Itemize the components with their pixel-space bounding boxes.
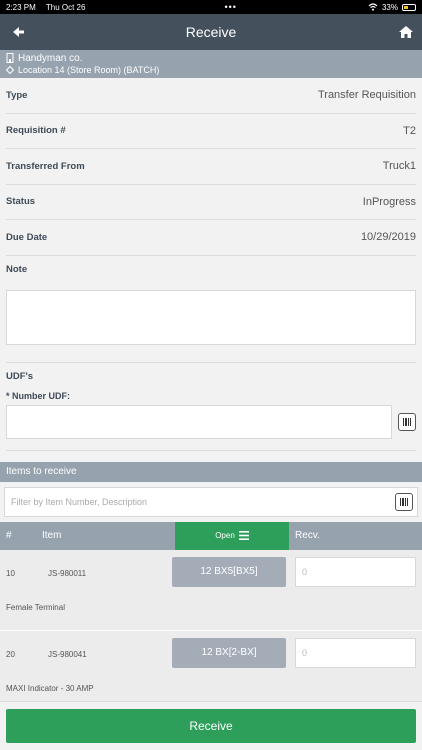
field-value: T2 <box>403 124 416 137</box>
field-status: Status InProgress <box>6 185 416 220</box>
field-label: Requisition # <box>6 125 66 137</box>
udf-barcode-button[interactable] <box>398 412 416 431</box>
items-section-header: Items to receive <box>0 461 422 482</box>
number-udf-input[interactable] <box>6 404 392 439</box>
status-date: Thu Oct 26 <box>45 2 86 12</box>
row-item-description: Female Terminal <box>6 602 65 612</box>
building-icon <box>6 53 14 63</box>
field-value: Transfer Requisition <box>317 89 416 102</box>
detail-fields: Type Transfer Requisition Requisition # … <box>0 78 422 256</box>
location-row: Location 14 (Store Room) (BATCH) <box>6 64 416 76</box>
field-label: Type <box>6 89 28 101</box>
filter-barcode-button[interactable] <box>395 492 413 511</box>
row-number: 20 <box>6 649 15 659</box>
divider <box>6 361 416 363</box>
field-requisition-number: Requisition # T2 <box>6 114 416 149</box>
field-label: Transferred From <box>6 160 85 172</box>
field-label: Due Date <box>6 231 48 243</box>
table-row: 10 JS-980011 12 BX5[BX5] 0 Female Termin… <box>0 549 422 631</box>
row-item-code: JS-980041 <box>48 649 87 659</box>
number-udf-row <box>6 404 416 439</box>
received-quantity-input[interactable]: 0 <box>295 556 416 587</box>
field-due-date: Due Date 10/29/2019 <box>6 220 416 256</box>
field-value: 10/29/2019 <box>360 231 416 244</box>
row-item-code: JS-980011 <box>48 568 87 578</box>
location-name: Location 14 (Store Room) (BATCH) <box>18 65 160 75</box>
field-label: Status <box>6 196 36 208</box>
location-icon <box>6 66 14 74</box>
barcode-icon <box>400 497 408 506</box>
table-row: 20 JS-980041 12 BX[2-BX] 0 MAXI Indicato… <box>0 630 422 712</box>
row-number: 10 <box>6 568 15 578</box>
number-udf-label: * Number UDF: <box>6 390 71 401</box>
status-bar: 2:23 PM Thu Oct 26 ••• 33% <box>0 0 422 14</box>
item-filter-field[interactable]: Filter by Item Number, Description <box>4 486 418 517</box>
company-name: Handyman co. <box>18 52 83 64</box>
column-number: # <box>6 530 12 541</box>
wifi-icon <box>368 3 378 11</box>
menu-icon <box>238 531 249 540</box>
status-indicators: 33% <box>368 3 416 12</box>
receive-button[interactable]: Receive <box>6 709 416 743</box>
battery-percent: 33% <box>381 2 398 12</box>
open-quantity-button[interactable]: 12 BX[2-BX] <box>172 637 286 668</box>
page-title: Receive <box>185 24 237 40</box>
footer-bar: Receive <box>0 701 422 750</box>
field-type: Type Transfer Requisition <box>6 78 416 114</box>
status-time: 2:23 PM <box>6 2 36 12</box>
battery-icon <box>401 3 416 11</box>
nav-bar: Receive <box>0 14 422 50</box>
open-filter-button[interactable]: Open <box>175 521 289 550</box>
home-icon[interactable] <box>398 24 414 40</box>
company-info: Handyman co. Location 14 (Store Room) (B… <box>0 50 422 78</box>
note-textarea[interactable] <box>6 289 416 345</box>
note-label: Note <box>6 263 28 275</box>
open-quantity-button[interactable]: 12 BX5[BX5] <box>172 556 286 587</box>
divider <box>6 449 416 451</box>
field-transferred-from: Transferred From Truck1 <box>6 149 416 185</box>
barcode-icon <box>403 417 411 426</box>
company-row: Handyman co. <box>6 52 416 64</box>
received-quantity-input[interactable]: 0 <box>295 637 416 668</box>
column-open-label: Open <box>215 531 235 540</box>
multitask-dots: ••• <box>224 2 237 12</box>
field-value: InProgress <box>362 195 416 208</box>
row-item-description: MAXI Indicator - 30 AMP <box>6 683 94 693</box>
back-arrow-icon[interactable] <box>10 24 26 40</box>
column-received: Recv. <box>295 530 320 541</box>
udf-section-label: UDF's <box>6 370 34 382</box>
field-value: Truck1 <box>382 160 416 173</box>
filter-placeholder: Filter by Item Number, Description <box>11 496 148 507</box>
column-item: Item <box>42 530 62 541</box>
status-time-date: 2:23 PM Thu Oct 26 <box>6 3 93 12</box>
items-table-header: # Item Open Recv. <box>0 521 422 550</box>
